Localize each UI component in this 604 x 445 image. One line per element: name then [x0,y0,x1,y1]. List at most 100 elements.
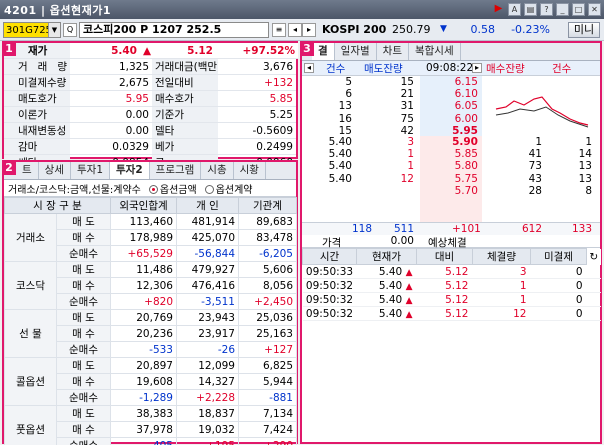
tab-market-news[interactable]: 시황 [233,162,266,179]
quote-table: 재가 5.40 ▲ 5.12 +97.52% [4,43,298,59]
metric-value: 0.0329 [112,140,149,153]
collapse-left-icon[interactable]: ◂ [304,63,314,73]
help-icon[interactable]: ? [540,3,553,16]
tab-trade[interactable]: 트 [16,162,39,179]
price-value: 0.00 [390,235,414,247]
next-icon[interactable]: ▸ [302,23,316,37]
radio-selected-icon[interactable] [148,185,158,194]
investor-value: 20,769 [110,309,177,326]
bid-row[interactable]: 5.40 12 5.75 43 13 [302,173,600,185]
metric-value: -0.5609 [252,124,293,137]
total-ask-count: 118 [351,223,372,235]
trade-table: 시간 현재가 대비 체결량 미결제 ↻ 09:50:33 5.40 ▲ 5.12 3 0… [302,248,601,321]
minimize-icon[interactable]: _ [556,3,569,16]
investor-value: -3,511 [176,293,239,310]
toolbar: 301G7252 ▼ Q 코스피200 P 1207 252.5 ≡ ◂ ▸ K… [0,19,604,41]
chevron-down-icon[interactable]: ▼ [48,23,60,37]
tab-daily[interactable]: 일자별 [334,43,377,60]
table-row: 미결제수량 2,675 전일대비 +132 [4,74,296,91]
bid-qty: 1 [535,136,542,148]
orderbook-tabs: 결 일자별 차트 복합시세 [302,43,600,61]
up-arrow-icon: ▲ [405,267,413,278]
orderbook: 5 15 6.15 6 21 6.10 13 31 6.05 16 75 6.00 15 42 5.95 5.… [302,76,600,222]
row-type-label: 순매수 [56,245,111,262]
list-icon[interactable]: ≡ [272,23,286,37]
bid-row[interactable]: 5.40 1 5.85 41 14 [302,148,600,160]
table-row: 이론가 0.00 기준가 5.25 [4,106,296,123]
title-bar: 4201 | 옵션현재가1 ▶ A ▤ ? _ □ ✕ [0,0,604,19]
tab-chart[interactable]: 차트 [376,43,409,60]
investor-value: 19,032 [176,421,239,438]
investor-value: 20,236 [110,325,177,342]
ask-row[interactable]: 13 31 6.05 [302,100,600,112]
tab-composite[interactable]: 복합시세 [408,43,461,60]
trade-diff: 5.12 [416,292,473,307]
collapse-right-icon[interactable]: ▸ [472,63,482,73]
investor-value: +290 [238,437,297,445]
tab-market-cap[interactable]: 시총 [201,162,234,179]
down-arrow-icon: ▼ [440,24,447,34]
market-group-label: 거래소 [4,213,57,262]
investor-value: 23,943 [176,309,239,326]
tab-program[interactable]: 프로그램 [149,162,202,179]
text-icon[interactable]: A [508,3,521,16]
prev-icon[interactable]: ◂ [288,23,302,37]
alert-icon[interactable]: ▶ [492,3,505,16]
bid-count: 8 [585,184,592,197]
bid-row[interactable]: 5.70 28 8 [302,185,600,197]
tab-detail[interactable]: 상세 [38,162,71,179]
ask-qty: 42 [400,124,414,137]
trade-price-value: 5.40 [378,293,403,306]
refresh-icon[interactable]: ↻ [586,248,601,265]
maximize-icon[interactable]: □ [572,3,585,16]
metric-value: 5.95 [125,92,149,105]
table-row[interactable]: 09:50:32 5.40 ▲ 5.12 1 0 [302,278,601,293]
investor-panel: 2 트 상세 투자1 투자2 프로그램 시총 시황 거래소/코스닥:금액,선물:… [2,160,298,445]
table-row[interactable]: 09:50:32 5.40 ▲ 5.12 12 0 [302,306,601,321]
search-icon[interactable]: Q [63,23,77,37]
investor-value: 479,927 [176,261,239,278]
total-bid-count: 133 [571,223,592,235]
trade-price: 5.40 [328,148,352,161]
row-type-label: 매 수 [56,277,111,294]
mini-button[interactable]: 미니 [568,22,600,38]
close-icon[interactable]: ✕ [588,3,601,16]
investor-value: +2,450 [238,293,297,310]
tab-investor2[interactable]: 투자2 [110,162,150,179]
total-diff: +101 [452,223,481,235]
unit-options: 거래소/코스닥:금액,선물:계약수 옵션금액 옵션계약 [4,180,296,197]
print-icon[interactable]: ▤ [524,3,537,16]
table-row: 거래소 매 도 113,460 481,914 89,683 [4,213,297,262]
investor-value: 5,944 [238,373,297,390]
ask-qty: 15 [400,76,414,88]
tab-trades[interactable]: 결 [312,43,335,60]
ask-row[interactable]: 6 21 6.10 [302,88,600,100]
investor-value: 20,897 [110,357,177,374]
ask-count-header: 건수 [326,62,346,75]
radio-icon[interactable] [204,185,214,194]
row-type-label: 매 수 [56,229,111,246]
investor-value: -533 [110,341,177,358]
ask-row[interactable]: 15 42 5.95 [302,125,600,137]
code-input[interactable]: 301G7252 ▼ [3,22,61,38]
tab-investor1[interactable]: 투자1 [71,162,111,179]
trade-diff: 5.12 [416,306,473,321]
bid-row[interactable]: 5.40 3 5.90 1 1 [302,136,600,148]
table-row: 재가 5.40 ▲ 5.12 +97.52% [4,43,298,59]
instrument-name[interactable]: 코스피200 P 1207 252.5 [79,22,269,38]
trade-price: 5.40 [328,172,352,185]
radio-option-contracts[interactable]: 옵션계약 [204,181,253,196]
metric-value: 3,676 [262,60,293,73]
trade-open-interest: 0 [530,306,587,321]
bid-count: 13 [578,160,592,173]
bid-row[interactable]: 5.40 1 5.80 73 13 [302,160,600,172]
table-row[interactable]: 09:50:33 5.40 ▲ 5.12 3 0 [302,264,601,279]
table-row: 선 물매 도 20,769 23,943 25,036 [4,309,297,358]
metric-label: 기준가 [152,106,218,123]
table-row: 내재변동성 0.00 델타 -0.5609 [4,122,296,139]
investor-value: +65,529 [110,245,177,262]
table-row[interactable]: 09:50:32 5.40 ▲ 5.12 1 0 [302,292,601,307]
radio-option-amount[interactable]: 옵션금액 [148,181,197,196]
ask-row[interactable]: 5 15 6.15 [302,76,600,88]
ask-row[interactable]: 16 75 6.00 [302,113,600,125]
